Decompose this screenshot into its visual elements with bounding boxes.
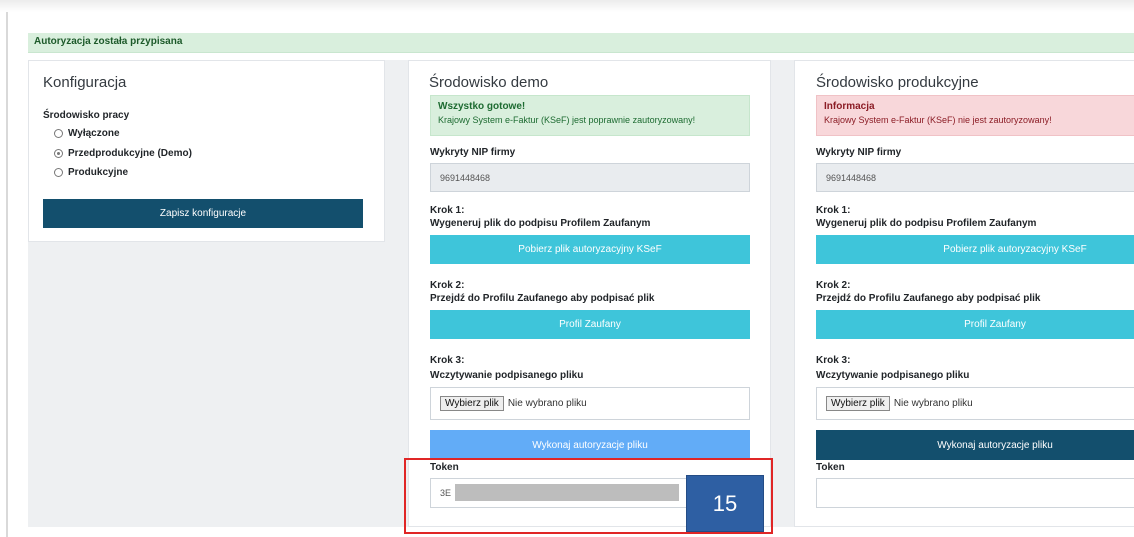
- radio-option-demo[interactable]: Przedprodukcyjne (Demo): [54, 148, 192, 159]
- radio-icon[interactable]: [54, 129, 63, 138]
- demo-file-input[interactable]: Wybierz plik Nie wybrano pliku: [430, 387, 750, 420]
- prod-title: Środowisko produkcyjne: [816, 74, 979, 91]
- demo-title: Środowisko demo: [429, 74, 549, 91]
- prod-choose-file-button[interactable]: Wybierz plik: [826, 396, 890, 411]
- prod-file-status: Nie wybrano pliku: [893, 398, 973, 409]
- prod-step2-title: Krok 2:: [816, 280, 851, 291]
- left-border: [6, 12, 8, 537]
- demo-authorize-button[interactable]: Wykonaj autoryzacje pliku: [430, 430, 750, 460]
- prod-step3-desc: Wczytywanie podpisanego pliku: [816, 370, 970, 381]
- prod-step3-title: Krok 3:: [816, 355, 851, 366]
- demo-step1-title: Krok 1:: [430, 205, 465, 216]
- prod-file-input[interactable]: Wybierz plik Nie wybrano pliku: [816, 387, 1134, 420]
- success-banner: Autoryzacja została przypisana: [28, 33, 1134, 53]
- demo-trusted-profile-button[interactable]: Profil Zaufany: [430, 310, 750, 339]
- prod-token-field[interactable]: [816, 478, 1134, 508]
- radio-checked-icon[interactable]: [54, 149, 63, 158]
- demo-success-alert: Wszystko gotowe! Krajowy System e-Faktur…: [430, 95, 750, 136]
- demo-step1-desc: Wygeneruj plik do podpisu Profilem Zaufa…: [430, 218, 651, 229]
- alert-text: Krajowy System e-Faktur (KSeF) jest popr…: [438, 115, 696, 125]
- prod-nip-label: Wykryty NIP firmy: [816, 147, 902, 158]
- prod-info-alert: Informacja Krajowy System e-Faktur (KSeF…: [816, 95, 1134, 136]
- prod-download-auth-button[interactable]: Pobierz plik autoryzacyjny KSeF: [816, 235, 1134, 264]
- radio-label: Produkcyjne: [68, 167, 129, 178]
- save-config-button[interactable]: Zapisz konfiguracje: [43, 199, 363, 228]
- demo-step3-title: Krok 3:: [430, 355, 465, 366]
- demo-file-status: Nie wybrano pliku: [507, 398, 587, 409]
- config-title: Konfiguracja: [43, 74, 127, 91]
- alert-text: Krajowy System e-Faktur (KSeF) nie jest …: [824, 115, 1052, 125]
- demo-choose-file-button[interactable]: Wybierz plik: [440, 396, 504, 411]
- demo-download-auth-button[interactable]: Pobierz plik autoryzacyjny KSeF: [430, 235, 750, 264]
- demo-nip-field: 9691448468: [430, 163, 750, 192]
- env-label: Środowisko pracy: [43, 110, 130, 121]
- prod-nip-field: 9691448468: [816, 163, 1134, 192]
- demo-nip-label: Wykryty NIP firmy: [430, 147, 516, 158]
- prod-token-label: Token: [816, 462, 845, 473]
- success-banner-text: Autoryzacja została przypisana: [34, 36, 183, 47]
- radio-label: Przedprodukcyjne (Demo): [68, 148, 192, 159]
- alert-title: Wszystko gotowe!: [438, 101, 526, 112]
- radio-option-prod[interactable]: Produkcyjne: [54, 167, 128, 178]
- alert-title: Informacja: [824, 101, 875, 112]
- demo-step2-desc: Przejdź do Profilu Zaufanego aby podpisa…: [430, 293, 655, 304]
- radio-label: Wyłączone: [68, 128, 120, 139]
- prod-step1-desc: Wygeneruj plik do podpisu Profilem Zaufa…: [816, 218, 1037, 229]
- prod-authorize-button[interactable]: Wykonaj autoryzacje pliku: [816, 430, 1134, 460]
- demo-step2-title: Krok 2:: [430, 280, 465, 291]
- step-number-badge: 15: [686, 475, 764, 532]
- top-shadow: [0, 0, 1134, 12]
- prod-trusted-profile-button[interactable]: Profil Zaufany: [816, 310, 1134, 339]
- radio-option-off[interactable]: Wyłączone: [54, 128, 120, 139]
- prod-step1-title: Krok 1:: [816, 205, 851, 216]
- prod-step2-desc: Przejdź do Profilu Zaufanego aby podpisa…: [816, 293, 1041, 304]
- radio-icon[interactable]: [54, 168, 63, 177]
- demo-step3-desc: Wczytywanie podpisanego pliku: [430, 370, 584, 381]
